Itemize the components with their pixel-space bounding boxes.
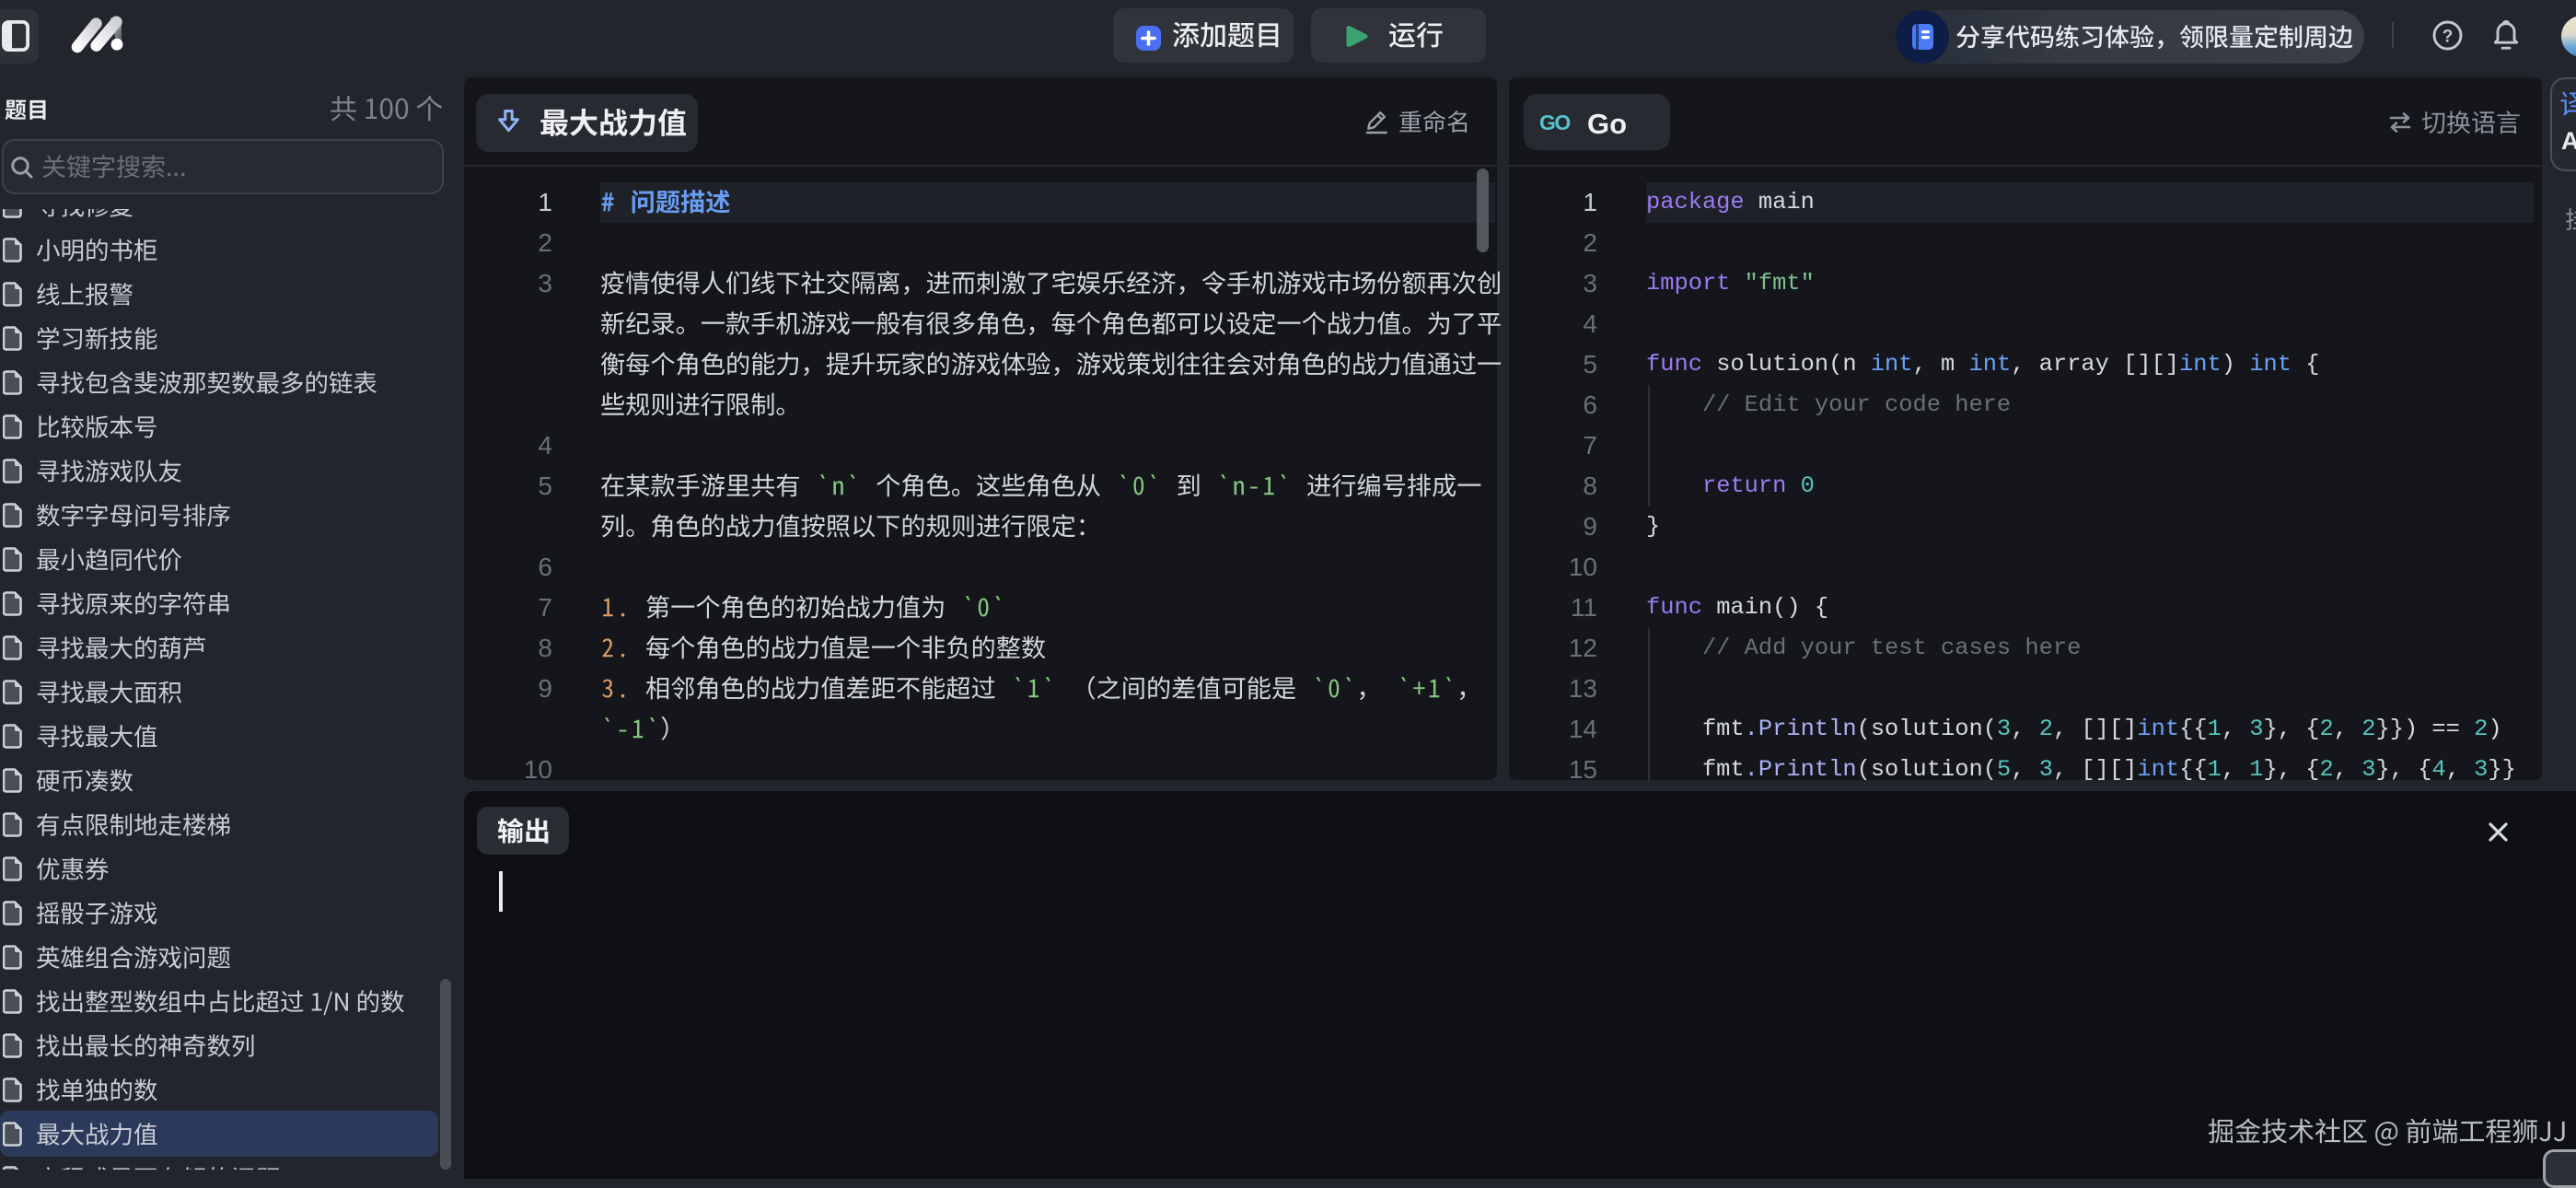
svg-text:?: ? xyxy=(2443,28,2454,47)
